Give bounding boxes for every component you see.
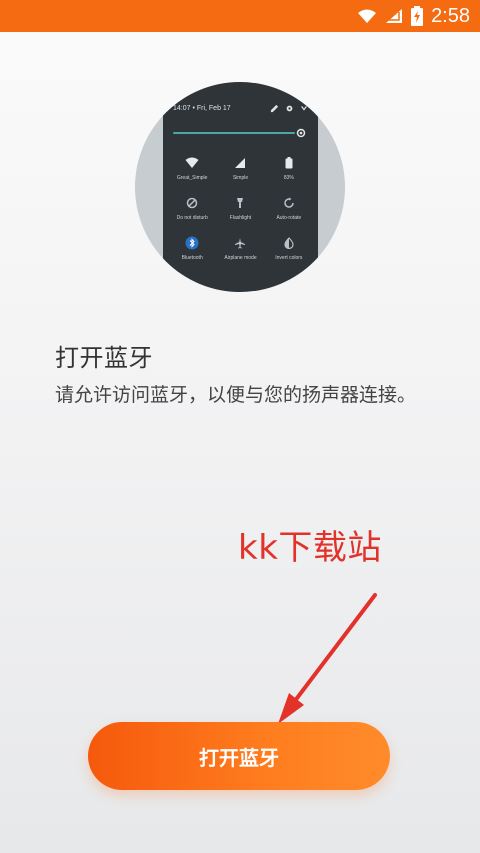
brightness-icon xyxy=(294,126,308,140)
airplane-icon xyxy=(231,234,249,252)
tile-label: Bluetooth xyxy=(181,255,203,261)
watermark-text: kk下载站 xyxy=(238,528,382,568)
status-time: 2:58 xyxy=(431,5,470,27)
tile-label: Auto-rotate xyxy=(276,215,302,221)
wifi-icon xyxy=(357,8,377,24)
tile-wifi: Great_Simple xyxy=(171,154,213,184)
tile-airplane: Airplane mode xyxy=(219,234,261,264)
battery-icon xyxy=(280,154,298,172)
page-title: 打开蓝牙 xyxy=(55,344,153,372)
edit-icon xyxy=(270,104,279,113)
tile-label: Invert colors xyxy=(275,255,303,261)
tile-label: Do not disturb xyxy=(176,215,208,221)
invert-colors-icon xyxy=(280,234,298,252)
tile-label: Simple xyxy=(232,175,249,181)
status-icons: 2:58 xyxy=(357,6,470,26)
quick-settings-header-icons xyxy=(270,104,308,113)
tile-label: Great_Simple xyxy=(176,175,208,181)
tile-label: Airplane mode xyxy=(224,255,257,261)
wifi-icon xyxy=(183,154,201,172)
chevron-down-icon xyxy=(300,104,308,112)
settings-icon xyxy=(285,104,294,113)
auto-rotate-icon xyxy=(280,194,298,212)
page-description: 请允许访问蓝牙，以便与您的扬声器连接。 xyxy=(55,384,417,406)
signal-icon xyxy=(385,8,403,24)
bluetooth-icon xyxy=(183,234,201,252)
quick-settings-header: 14:07 • Fri, Feb 17 xyxy=(173,100,308,116)
tile-label: Flashlight xyxy=(229,215,252,221)
flashlight-icon xyxy=(231,194,249,212)
tile-invert-colors: Invert colors xyxy=(268,234,310,264)
signal-icon xyxy=(231,154,249,172)
quick-settings-tiles: Great_Simple Simple 83% Do not disturb F… xyxy=(171,154,310,264)
tile-signal: Simple xyxy=(219,154,261,184)
tile-bluetooth: Bluetooth xyxy=(171,234,213,264)
phone-mockup: 14:07 • Fri, Feb 17 Great_Simple Simple … xyxy=(163,82,318,292)
battery-icon xyxy=(411,6,424,26)
tile-label: 83% xyxy=(283,175,294,181)
tile-auto-rotate: Auto-rotate xyxy=(268,194,310,224)
phone-datetime: 14:07 • Fri, Feb 17 xyxy=(173,104,231,112)
tile-battery: 83% xyxy=(268,154,310,184)
open-bluetooth-button[interactable]: 打开蓝牙 xyxy=(88,722,390,790)
tile-do-not-disturb: Do not disturb xyxy=(171,194,213,224)
brightness-track xyxy=(173,132,295,134)
status-bar: 2:58 xyxy=(0,0,480,32)
tile-flashlight: Flashlight xyxy=(219,194,261,224)
bluetooth-illustration: 14:07 • Fri, Feb 17 Great_Simple Simple … xyxy=(135,82,345,292)
brightness-slider xyxy=(173,126,308,140)
do-not-disturb-icon xyxy=(183,194,201,212)
